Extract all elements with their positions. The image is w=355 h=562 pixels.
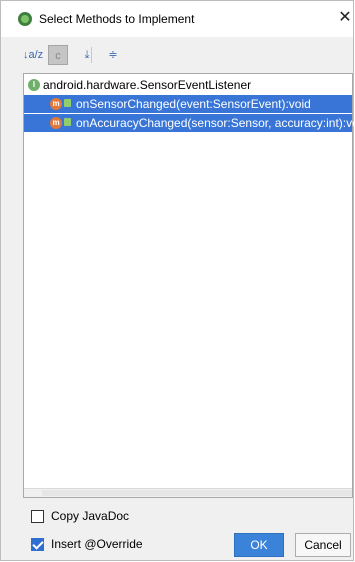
public-access-icon (64, 118, 71, 126)
tree-node-method[interactable]: m onAccuracyChanged(sensor:Sensor, accur… (24, 114, 355, 132)
expand-all-icon[interactable]: ⤓ (77, 45, 97, 65)
tree-node-method[interactable]: m onSensorChanged(event:SensorEvent):voi… (24, 95, 352, 113)
interface-icon: I (28, 79, 40, 91)
sort-alphabetically-icon[interactable]: ↓a/z (23, 45, 43, 65)
dialog-title: Select Methods to Implement (39, 12, 195, 26)
close-button[interactable]: ✕ (337, 5, 353, 31)
scrollbar-thumb[interactable] (42, 490, 352, 496)
method-label: onAccuracyChanged(sensor:Sensor, accurac… (76, 116, 355, 130)
insert-override-checkbox[interactable] (31, 538, 44, 551)
copy-javadoc-label[interactable]: Copy JavaDoc (51, 509, 129, 523)
show-classes-icon[interactable]: c (48, 45, 68, 65)
toolbar: ↓a/z c ⤓ ≑ (23, 43, 343, 67)
method-icon: m (50, 117, 62, 129)
interface-label: android.hardware.SensorEventListener (43, 78, 252, 92)
ok-button[interactable]: OK (234, 533, 284, 557)
collapse-all-icon[interactable]: ≑ (103, 45, 123, 65)
copy-javadoc-checkbox[interactable] (31, 510, 44, 523)
tree-node-interface[interactable]: I android.hardware.SensorEventListener (24, 76, 352, 94)
public-access-icon (64, 99, 71, 107)
methods-tree[interactable]: I android.hardware.SensorEventListener m… (23, 73, 355, 498)
horizontal-scrollbar[interactable] (24, 488, 352, 497)
method-icon: m (50, 98, 62, 110)
cancel-button[interactable]: Cancel (295, 533, 351, 557)
title-bar: Select Methods to Implement ✕ (1, 1, 353, 37)
method-label: onSensorChanged(event:SensorEvent):void (76, 97, 311, 111)
insert-override-label[interactable]: Insert @Override (51, 537, 143, 551)
android-studio-icon (18, 12, 32, 26)
select-methods-dialog: Select Methods to Implement ✕ ↓a/z c ⤓ ≑… (0, 0, 355, 561)
